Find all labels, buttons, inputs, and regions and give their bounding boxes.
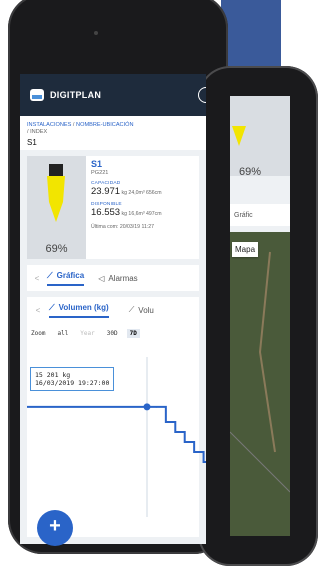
phone2-tank-icon bbox=[232, 126, 246, 146]
data-point[interactable] bbox=[165, 421, 167, 423]
data-point[interactable] bbox=[155, 406, 158, 408]
device-code: PG221 bbox=[91, 170, 109, 176]
phone2-map[interactable] bbox=[230, 232, 290, 536]
map-roads bbox=[230, 251, 290, 493]
device-card[interactable]: 69% S1 PG221 CAPACIDAD 23.971 kg 24,0m³ … bbox=[27, 156, 199, 259]
tab-grafica[interactable]: ⟋ Gráfica bbox=[47, 270, 85, 286]
zoom-30d[interactable]: 30D bbox=[104, 329, 121, 338]
chart-panel: < ⟋ Volumen (kg) ⟋ Volu Zoom all Year 30D … bbox=[27, 297, 206, 537]
tank-percent: 69% bbox=[45, 243, 68, 255]
app-bar: DIGITPLAN bbox=[20, 74, 206, 116]
tab-volumen-second[interactable]: ⟋ Volu bbox=[129, 305, 154, 315]
tooltip-date: 16/03/2019 19:27:00 bbox=[35, 379, 110, 387]
tab-volumen-kg[interactable]: ⟋ Volumen (kg) bbox=[49, 303, 109, 318]
device-name: S1 bbox=[91, 159, 103, 169]
breadcrumb-instalaciones[interactable]: INSTALACIONES bbox=[27, 122, 71, 128]
section-tabs: < ⟋ Gráfica ◁ Alarmas bbox=[27, 265, 199, 291]
phone2-percent: 69% bbox=[238, 166, 262, 178]
phone1-screen: DIGITPLAN INSTALACIONES / NOMBRE-UBICACI… bbox=[20, 74, 206, 544]
chart-line-icon: ⟋ bbox=[128, 305, 135, 314]
digitplan-logo-icon bbox=[30, 89, 44, 101]
tooltip-value: 15 201 kg bbox=[35, 371, 71, 379]
zoom-all[interactable]: all bbox=[54, 329, 71, 338]
phone2-tank-card bbox=[230, 96, 290, 176]
zoom-year[interactable]: Year bbox=[77, 329, 97, 338]
chart-line-icon: ⟋ bbox=[49, 302, 55, 312]
user-icon[interactable] bbox=[198, 87, 206, 103]
tank-visual: 69% bbox=[27, 156, 86, 259]
app-name: DIGITPLAN bbox=[50, 90, 102, 100]
last-update: Última com: 20/03/19 11:27 bbox=[91, 224, 155, 230]
zoom-bar: Zoom all Year 30D 7D bbox=[27, 323, 199, 338]
tabs-prev-arrow[interactable]: < bbox=[27, 274, 47, 283]
breadcrumb-index[interactable]: / INDEX bbox=[27, 129, 47, 135]
data-point[interactable] bbox=[193, 451, 195, 453]
chart-tabs: < ⟋ Volumen (kg) ⟋ Volu bbox=[27, 297, 199, 323]
add-button[interactable]: + bbox=[37, 510, 73, 546]
series-line bbox=[147, 405, 206, 463]
breadcrumb-ubicacion[interactable]: NOMBRE-UBICACIÓN bbox=[76, 122, 134, 128]
bell-icon: ◁ bbox=[98, 273, 105, 283]
data-point[interactable] bbox=[174, 431, 177, 433]
chart-tabs-prev[interactable]: < bbox=[27, 306, 49, 315]
tab-alarmas[interactable]: ◁ Alarmas bbox=[98, 274, 138, 283]
map-label[interactable]: Mapa bbox=[232, 242, 259, 257]
available-value: 16.553 kg 16,6m³ 497cm bbox=[91, 207, 162, 218]
device-info: S1 PG221 CAPACIDAD 23.971 kg 24,0m³ 656c… bbox=[91, 159, 199, 230]
page-title: S1 bbox=[27, 138, 37, 147]
data-point[interactable] bbox=[183, 441, 186, 443]
data-point[interactable] bbox=[143, 403, 151, 411]
phone2-screen: 69% Gráfic Mapa bbox=[230, 96, 290, 536]
zoom-7d[interactable]: 7D bbox=[126, 329, 140, 338]
capacity-value: 23.971 kg 24,0m³ 656cm bbox=[91, 186, 162, 197]
breadcrumb-separator: / bbox=[72, 122, 75, 128]
chart-tooltip: 15 201 kg 16/03/2019 19:27:00 bbox=[30, 367, 115, 391]
chart-line-icon: ⟋ bbox=[47, 270, 53, 280]
camera-dot bbox=[94, 31, 98, 35]
data-point[interactable] bbox=[202, 461, 205, 463]
phone2-tab-grafica[interactable]: Gráfic bbox=[230, 204, 290, 226]
zoom-label: Zoom bbox=[31, 330, 46, 337]
breadcrumb: INSTALACIONES / NOMBRE-UBICACIÓN / INDEX… bbox=[20, 116, 206, 150]
tank-icon bbox=[47, 164, 65, 222]
